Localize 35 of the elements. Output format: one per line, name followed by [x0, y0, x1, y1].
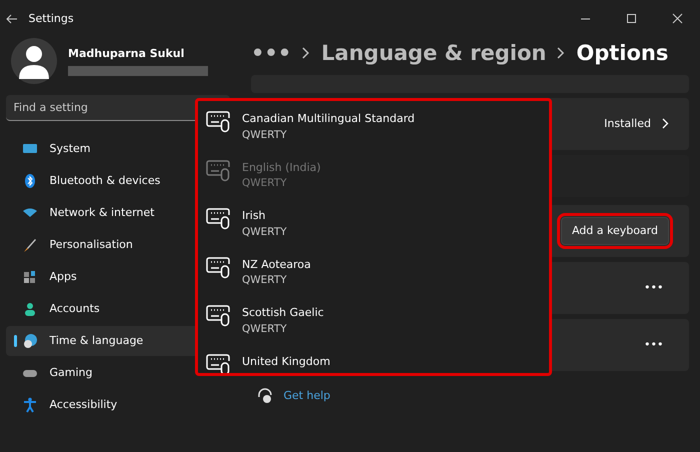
layout-label: QWERTY: [242, 128, 288, 142]
layout-label: QWERTY: [242, 322, 288, 336]
keyboard-mouse-icon: [206, 354, 232, 373]
keyboard-name: NZ Aotearoa: [242, 256, 311, 272]
help-icon: [256, 388, 272, 404]
close-icon[interactable]: [672, 13, 682, 24]
breadcrumb-item: Options: [576, 40, 668, 67]
maximize-icon[interactable]: [626, 13, 636, 24]
keyboard-name: English (India): [242, 160, 321, 176]
keyboard-mouse-icon: [206, 111, 232, 133]
keyboard-mouse-icon: [206, 160, 232, 182]
layout-label: QWERTY: [242, 224, 287, 240]
keyboard-name: Canadian Multilingual Standard: [242, 111, 415, 127]
more-button[interactable]: •••: [644, 280, 664, 296]
user-name: Madhuparna Sukul: [68, 46, 186, 62]
keyboard-mouse-icon: [206, 256, 232, 278]
brush-icon: [22, 237, 38, 253]
avatar-silhouette: [11, 38, 57, 84]
keyboard-name: United Kingdom: [242, 354, 330, 370]
selection-indicator: [14, 335, 16, 347]
keyboard-name: Irish: [242, 208, 267, 224]
breadcrumb-item[interactable]: Language & region: [321, 38, 546, 70]
window-title: Settings: [28, 10, 74, 27]
help-link[interactable]: Get help: [284, 388, 330, 404]
sidebar-item[interactable]: Accessibility: [6, 390, 240, 420]
accessibility-icon: [22, 397, 38, 413]
keyboard-name: Scottish Gaelic: [242, 305, 324, 321]
keyboard-mouse-icon: [206, 208, 232, 230]
more-button[interactable]: •••: [644, 336, 664, 354]
layout-label: QWERTY: [242, 273, 288, 288]
more-icon[interactable]: •••: [251, 38, 292, 70]
layout-label: QWERTY: [242, 176, 288, 191]
status-text: Installed: [604, 116, 651, 132]
keyboard-mouse-icon: [206, 305, 232, 327]
apps-icon: [22, 269, 38, 285]
